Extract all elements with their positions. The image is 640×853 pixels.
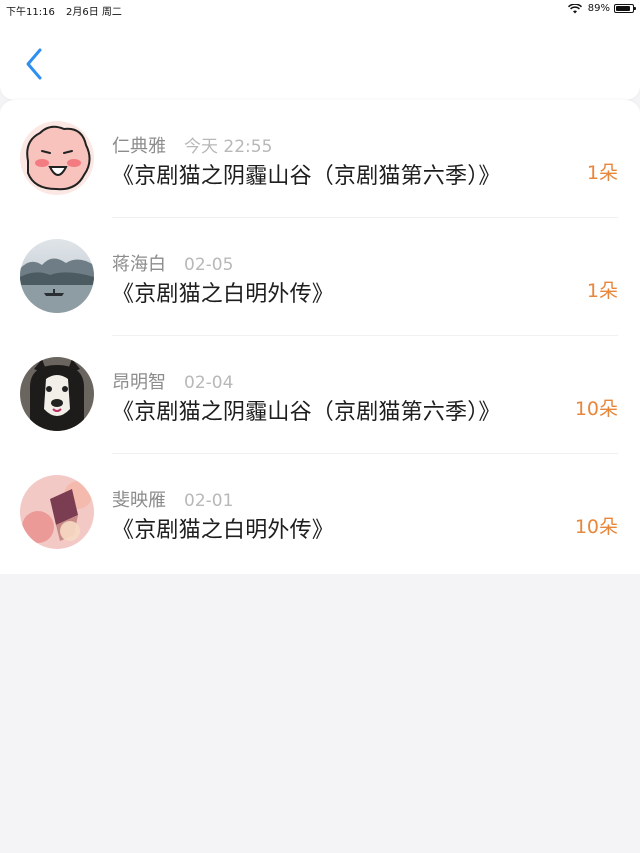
status-date: 2月6日 周二 (66, 7, 122, 18)
record-meta: 斐映雁 02-01 (112, 486, 234, 511)
book-title: 《京剧猫之阴霾山谷（京剧猫第六季）》 (112, 164, 501, 189)
list-item[interactable]: 蒋海白 02-05 《京剧猫之白明外传》 1朵 (0, 218, 640, 336)
nav-bar (0, 18, 640, 100)
battery-percent: 89% (587, 3, 610, 14)
status-time: 下午11:16 (6, 7, 55, 18)
book-title: 《京剧猫之白明外传》 (112, 282, 335, 307)
record-meta: 昂明智 02-04 (112, 368, 234, 393)
back-button[interactable] (18, 44, 50, 84)
gift-amount: 1朵 (586, 162, 618, 184)
list-item[interactable]: 仁典雅 今天 22:55 《京剧猫之阴霾山谷（京剧猫第六季）》 1朵 (0, 100, 640, 218)
user-name: 昂明智 (112, 372, 166, 393)
status-right: 89% (567, 3, 636, 14)
list-item[interactable]: 斐映雁 02-01 《京剧猫之白明外传》 10朵 (0, 454, 640, 572)
misty-lake-avatar[interactable] (20, 239, 94, 313)
record-time: 今天 22:55 (184, 137, 273, 157)
user-name: 仁典雅 (112, 136, 166, 157)
wifi-icon (567, 3, 582, 13)
battery-icon (614, 4, 636, 13)
gift-amount: 10朵 (574, 516, 618, 538)
cartoon-face-avatar[interactable] (20, 121, 94, 195)
gift-amount: 10朵 (574, 398, 618, 420)
husky-dog-avatar[interactable] (20, 357, 94, 431)
user-name: 蒋海白 (112, 254, 166, 275)
user-name: 斐映雁 (112, 490, 166, 511)
record-meta: 仁典雅 今天 22:55 (112, 132, 273, 157)
gift-record-list: 仁典雅 今天 22:55 《京剧猫之阴霾山谷（京剧猫第六季）》 1朵 蒋海白 0… (0, 100, 640, 574)
book-title: 《京剧猫之阴霾山谷（京剧猫第六季）》 (112, 400, 501, 425)
status-left: 下午11:16 2月6日 周二 (6, 3, 130, 18)
pink-flower-avatar[interactable] (20, 475, 94, 549)
battery-fill (616, 6, 631, 11)
status-bar: 下午11:16 2月6日 周二 89% (0, 0, 640, 18)
record-time: 02-05 (184, 255, 234, 275)
gift-amount: 1朵 (586, 280, 618, 302)
chevron-left-icon (26, 48, 42, 80)
book-title: 《京剧猫之白明外传》 (112, 518, 335, 543)
record-time: 02-01 (184, 491, 234, 511)
record-time: 02-04 (184, 373, 234, 393)
record-meta: 蒋海白 02-05 (112, 250, 234, 275)
list-item[interactable]: 昂明智 02-04 《京剧猫之阴霾山谷（京剧猫第六季）》 10朵 (0, 336, 640, 454)
